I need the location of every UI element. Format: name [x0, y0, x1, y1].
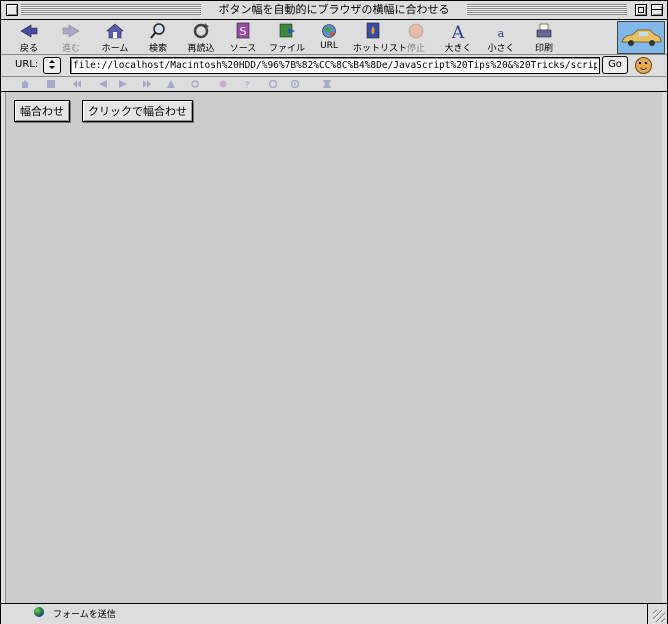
home-icon — [105, 22, 125, 40]
last-link-icon[interactable] — [143, 80, 151, 88]
search-button[interactable]: 検索 — [144, 22, 172, 54]
fit-width-button[interactable]: 幅合わせ — [14, 100, 70, 122]
up-link-icon[interactable] — [167, 80, 175, 88]
reload-button[interactable]: 再読込 — [184, 22, 218, 54]
url-history-stepper[interactable] — [43, 57, 61, 74]
navigation-toolbar: 戻る 進む ホーム 検索 再読込 S ソース ファイル URL ホットリスト 停… — [1, 20, 667, 55]
smaller-text-icon: a — [491, 22, 511, 40]
bookmark-link-icon[interactable] — [323, 80, 331, 88]
click-to-fit-width-button[interactable]: クリックで幅合わせ — [82, 100, 193, 122]
status-text: フォームを送信 — [53, 610, 116, 620]
contents-link-icon[interactable] — [47, 80, 55, 88]
stop-icon — [406, 22, 426, 40]
hotlist-button[interactable]: ホットリスト — [353, 22, 407, 54]
resize-grip[interactable] — [653, 610, 665, 622]
larger-text-button[interactable]: A 大きく — [443, 22, 473, 54]
url-label: URL: — [15, 59, 39, 70]
previous-link-icon[interactable] — [99, 80, 107, 88]
page-content: 幅合わせ クリックで幅合わせ — [5, 92, 662, 603]
glossary-link-icon[interactable] — [219, 80, 227, 88]
forward-button[interactable]: 進む — [57, 22, 85, 54]
next-link-icon[interactable] — [119, 80, 127, 88]
browser-logo[interactable] — [617, 21, 665, 54]
collapse-box[interactable] — [651, 4, 663, 16]
smaller-text-button[interactable]: a 小さく — [486, 22, 516, 54]
svg-text:a: a — [498, 27, 505, 40]
print-icon — [534, 22, 554, 40]
back-button[interactable]: 戻る — [15, 22, 43, 54]
url-bar: URL: Go — [1, 55, 667, 77]
browser-window: ボタン幅を自動的にブラウザの横幅に合わせる 戻る 進む ホーム 検索 再読込 S… — [0, 0, 668, 624]
file-button[interactable]: ファイル — [267, 22, 307, 54]
search-link-icon[interactable] — [191, 80, 199, 88]
globe-icon — [34, 607, 44, 617]
url-button[interactable]: URL — [317, 22, 341, 54]
back-icon — [19, 22, 39, 40]
home-button[interactable]: ホーム — [98, 22, 132, 54]
url-input[interactable] — [70, 57, 600, 74]
file-icon — [277, 22, 297, 40]
author-link-icon[interactable] — [268, 79, 278, 89]
stop-button[interactable]: 停止 — [403, 22, 429, 54]
forward-icon — [61, 22, 81, 40]
copyright-link-icon[interactable] — [290, 79, 300, 89]
search-icon — [148, 22, 168, 40]
svg-text:A: A — [451, 23, 465, 40]
home-link-icon[interactable] — [21, 80, 29, 88]
smiley-icon[interactable] — [635, 57, 652, 74]
close-box[interactable] — [6, 4, 18, 16]
zoom-box[interactable] — [635, 4, 647, 16]
hotlist-icon — [363, 22, 383, 40]
window-title: ボタン幅を自動的にブラウザの横幅に合わせる — [201, 1, 467, 19]
print-button[interactable]: 印刷 — [532, 22, 556, 54]
reload-icon — [191, 22, 211, 40]
link-toolbar: ? — [1, 77, 667, 92]
source-icon: S — [233, 22, 253, 40]
svg-text:?: ? — [245, 81, 250, 88]
url-icon — [319, 22, 339, 40]
go-button[interactable]: Go — [602, 56, 628, 74]
status-bar: フォームを送信 — [1, 603, 667, 624]
source-button[interactable]: S ソース — [227, 22, 259, 54]
help-link-icon[interactable]: ? — [243, 80, 251, 91]
title-bar[interactable]: ボタン幅を自動的にブラウザの横幅に合わせる — [1, 1, 667, 20]
larger-text-icon: A — [448, 22, 468, 43]
svg-text:S: S — [240, 25, 247, 38]
first-link-icon[interactable] — [73, 80, 81, 88]
